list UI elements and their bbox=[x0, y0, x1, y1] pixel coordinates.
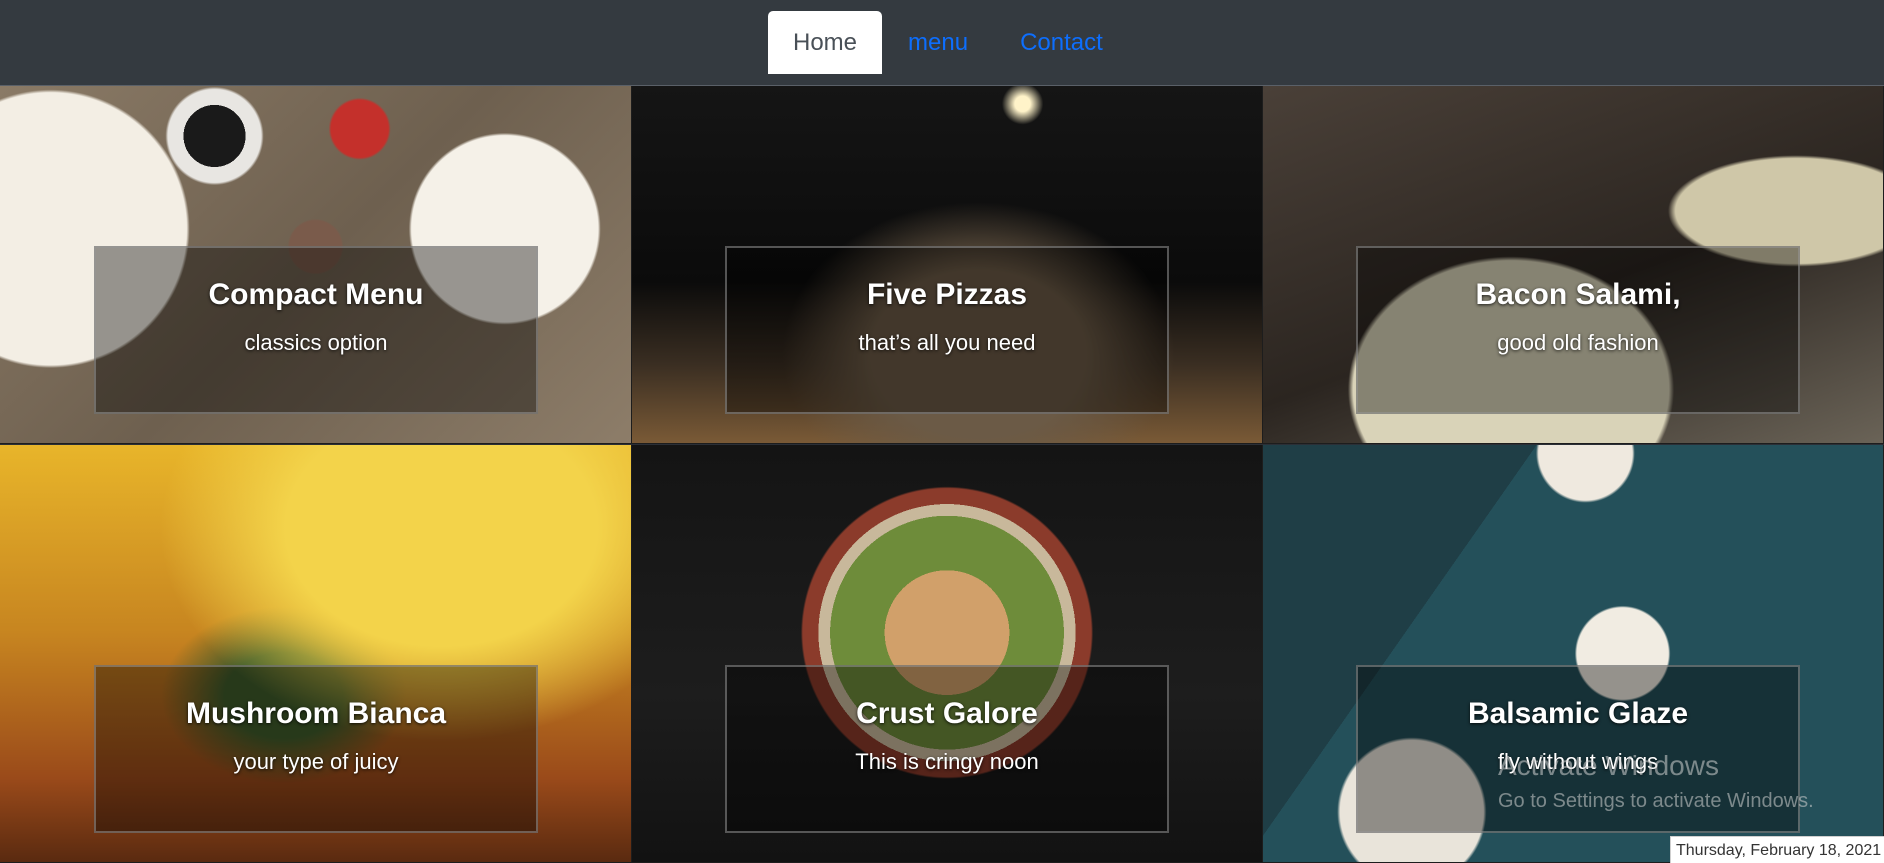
activate-windows-watermark: Activate Windows Go to Settings to activ… bbox=[1498, 750, 1814, 813]
menu-grid: Compact Menu classics option Five Pizzas… bbox=[0, 86, 1884, 863]
tile-title: Five Pizzas bbox=[866, 278, 1028, 311]
menu-tile-mushroom-bianca[interactable]: Mushroom Bianca your type of juicy bbox=[0, 445, 632, 863]
tile-title: Compact Menu bbox=[208, 278, 424, 311]
watermark-subtitle: Go to Settings to activate Windows. bbox=[1498, 790, 1814, 812]
navbar: Home menu Contact bbox=[0, 0, 1884, 86]
tile-caption: Five Pizzas that’s all you need bbox=[725, 246, 1169, 414]
menu-tile-compact-menu[interactable]: Compact Menu classics option bbox=[0, 86, 632, 444]
tile-subtitle: good old fashion bbox=[1497, 330, 1659, 355]
tile-title: Mushroom Bianca bbox=[185, 697, 447, 730]
tile-caption: Bacon Salami, good old fashion bbox=[1356, 246, 1800, 414]
watermark-title: Activate Windows bbox=[1498, 750, 1719, 781]
tile-subtitle: This is cringy noon bbox=[855, 749, 1039, 774]
tile-caption: Crust Galore This is cringy noon bbox=[725, 665, 1169, 833]
nav-menu-link[interactable]: menu bbox=[882, 11, 994, 74]
nav-contact-link[interactable]: Contact bbox=[994, 11, 1129, 74]
tile-subtitle: your type of juicy bbox=[233, 749, 399, 774]
tile-caption: Compact Menu classics option bbox=[94, 246, 538, 414]
tile-title: Bacon Salami, bbox=[1475, 278, 1681, 311]
tile-subtitle: that’s all you need bbox=[858, 330, 1036, 355]
menu-tile-crust-galore[interactable]: Crust Galore This is cringy noon bbox=[632, 445, 1263, 863]
taskbar-date: Thursday, February 18, 2021 bbox=[1670, 836, 1884, 863]
tile-subtitle: classics option bbox=[244, 330, 388, 355]
tile-caption: Mushroom Bianca your type of juicy bbox=[94, 665, 538, 833]
nav-links: Home menu Contact bbox=[768, 11, 1129, 74]
tile-title: Crust Galore bbox=[856, 697, 1038, 730]
tile-title: Balsamic Glaze bbox=[1467, 697, 1689, 730]
nav-home-link[interactable]: Home bbox=[768, 11, 883, 74]
menu-tile-bacon-salami[interactable]: Bacon Salami, good old fashion bbox=[1263, 86, 1884, 444]
menu-tile-five-pizzas[interactable]: Five Pizzas that’s all you need bbox=[632, 86, 1263, 444]
